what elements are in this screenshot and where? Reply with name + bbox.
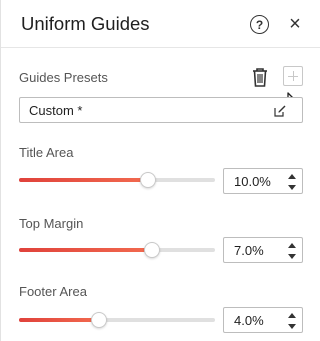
title-area-value: 10.0% <box>234 174 271 189</box>
panel-title: Uniform Guides <box>21 13 150 34</box>
footer-area-slider[interactable] <box>19 312 215 328</box>
footer-area-input[interactable]: 4.0% <box>223 307 303 333</box>
increment-arrow-icon[interactable] <box>288 313 296 318</box>
decrement-arrow-icon[interactable] <box>288 324 296 329</box>
increment-arrow-icon[interactable] <box>288 243 296 248</box>
top-margin-value: 7.0% <box>234 243 264 258</box>
top-margin-stepper[interactable] <box>287 241 297 261</box>
uniform-guides-panel: Uniform Guides ? × Guides Presets Custom… <box>0 0 320 341</box>
title-area-label: Title Area <box>19 145 74 160</box>
decrement-arrow-icon[interactable] <box>288 254 296 259</box>
slider-fill <box>19 318 100 322</box>
footer-area-label: Footer Area <box>19 284 87 299</box>
delete-preset-button[interactable] <box>250 66 270 88</box>
decrement-arrow-icon[interactable] <box>288 185 296 190</box>
panel-header: Uniform Guides ? × <box>1 0 320 48</box>
help-button[interactable]: ? <box>250 15 269 34</box>
add-preset-button[interactable] <box>283 66 303 86</box>
footer-area-value: 4.0% <box>234 313 264 328</box>
slider-thumb[interactable] <box>140 172 157 188</box>
close-button[interactable]: × <box>285 14 305 34</box>
slider-fill <box>19 248 153 252</box>
slider-thumb[interactable] <box>91 312 108 328</box>
top-margin-input[interactable]: 7.0% <box>223 237 303 263</box>
top-margin-slider[interactable] <box>19 242 215 258</box>
increment-arrow-icon[interactable] <box>288 174 296 179</box>
slider-thumb[interactable] <box>144 242 161 258</box>
close-icon: × <box>289 13 301 35</box>
trash-icon <box>253 68 267 87</box>
slider-fill <box>19 178 149 182</box>
guides-preset-select[interactable]: Custom * <box>19 97 303 123</box>
title-area-input[interactable]: 10.0% <box>223 168 303 194</box>
footer-area-stepper[interactable] <box>287 311 297 331</box>
title-area-slider[interactable] <box>19 172 215 188</box>
guides-presets-label: Guides Presets <box>19 70 108 85</box>
edit-icon[interactable] <box>274 105 286 117</box>
top-margin-label: Top Margin <box>19 216 84 231</box>
question-circle-icon: ? <box>255 17 264 32</box>
preset-selected-value: Custom * <box>29 103 83 118</box>
title-area-stepper[interactable] <box>287 172 297 192</box>
